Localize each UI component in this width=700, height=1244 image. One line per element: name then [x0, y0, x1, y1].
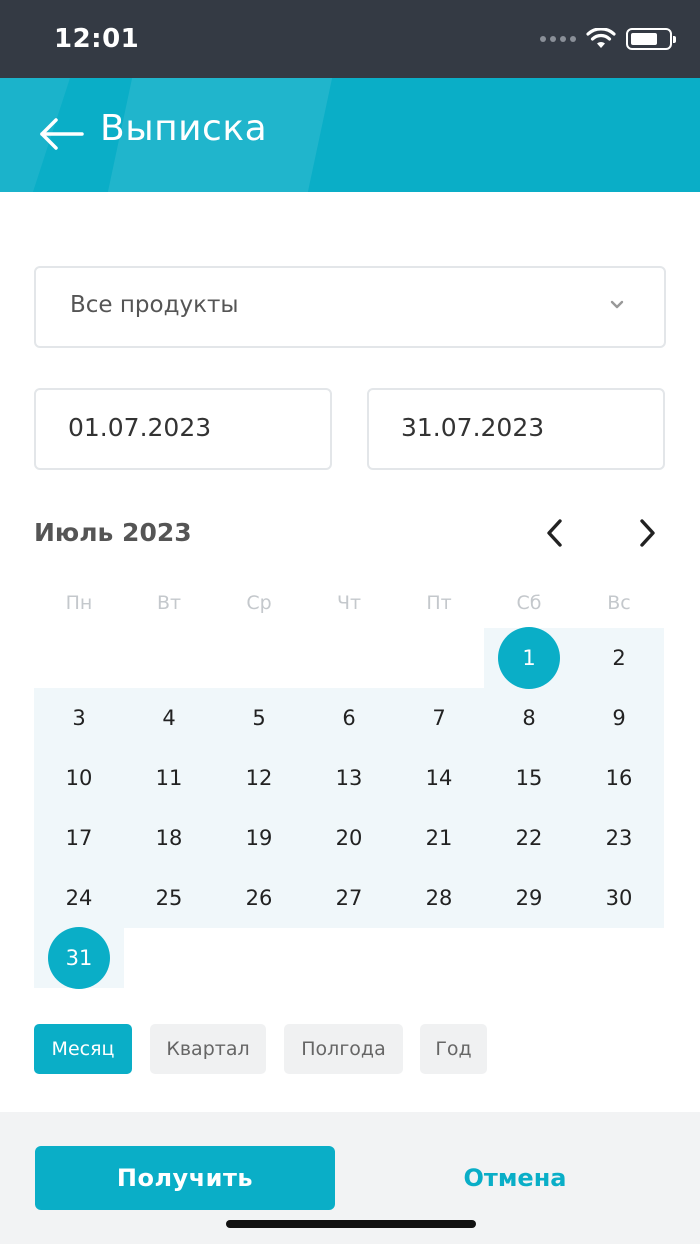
date-from-value: 01.07.2023 [68, 413, 212, 442]
calendar-day[interactable]: 27 [304, 868, 394, 928]
calendar-day-number: 16 [605, 766, 633, 790]
calendar-day-number: 11 [155, 766, 183, 790]
period-chip[interactable]: Месяц [34, 1024, 132, 1074]
calendar-day[interactable]: 5 [214, 688, 304, 748]
calendar-day[interactable]: 20 [304, 808, 394, 868]
date-to-field[interactable]: 31.07.2023 [367, 388, 665, 470]
calendar-weekdays: Пн Вт Ср Чт Пт Сб Вс [34, 592, 664, 622]
calendar-day[interactable]: 7 [394, 688, 484, 748]
calendar-day-number: 22 [515, 826, 543, 850]
back-button[interactable] [38, 114, 84, 154]
weekday-label: Ср [246, 592, 272, 614]
calendar-day[interactable]: 26 [214, 868, 304, 928]
calendar-day[interactable]: 2 [574, 628, 664, 688]
calendar-day-number: 4 [162, 706, 176, 730]
calendar-day-number: 9 [612, 706, 626, 730]
date-to-value: 31.07.2023 [401, 413, 545, 442]
product-select-value: Все продукты [70, 292, 239, 318]
calendar-day[interactable]: 16 [574, 748, 664, 808]
weekday-label: Вт [156, 592, 182, 614]
calendar-day[interactable]: 3 [34, 688, 124, 748]
calendar-day-number: 6 [342, 706, 356, 730]
calendar-day[interactable]: 1 [484, 627, 574, 689]
calendar-day[interactable]: 14 [394, 748, 484, 808]
calendar-day[interactable]: 9 [574, 688, 664, 748]
calendar-day-number: 23 [605, 826, 633, 850]
calendar-day-number: 27 [335, 886, 363, 910]
weekday-label: Пт [426, 592, 452, 614]
arrow-left-icon [40, 118, 84, 150]
period-chip[interactable]: Квартал [150, 1024, 266, 1074]
calendar-day-number: 2 [612, 646, 626, 670]
calendar-day[interactable]: 4 [124, 688, 214, 748]
calendar-day-number: 1 [522, 646, 536, 670]
calendar-day-number: 17 [65, 826, 93, 850]
calendar-day-number: 8 [522, 706, 536, 730]
prev-month-button[interactable] [540, 516, 570, 550]
calendar-day-number: 10 [65, 766, 93, 790]
calendar-day-number: 29 [515, 886, 543, 910]
calendar-day-number: 19 [245, 826, 273, 850]
weekday-label: Чт [336, 592, 362, 614]
battery-icon [626, 28, 676, 50]
calendar-day[interactable]: 6 [304, 688, 394, 748]
next-month-button[interactable] [632, 516, 662, 550]
weekday-label: Сб [516, 592, 542, 614]
wifi-icon [586, 28, 616, 48]
calendar-day[interactable]: 11 [124, 748, 214, 808]
period-chip[interactable]: Полгода [284, 1024, 403, 1074]
weekday-label: Вс [607, 592, 631, 614]
calendar-day-number: 28 [425, 886, 453, 910]
calendar-day-number: 30 [605, 886, 633, 910]
calendar-day[interactable]: 12 [214, 748, 304, 808]
calendar-month-title: Июль 2023 [34, 518, 192, 547]
calendar-day[interactable]: 24 [34, 868, 124, 928]
calendar-day-number: 15 [515, 766, 543, 790]
chevron-right-icon [640, 519, 655, 547]
product-select[interactable]: Все продукты [34, 266, 666, 348]
calendar-day[interactable]: 25 [124, 868, 214, 928]
calendar-day-number: 26 [245, 886, 273, 910]
calendar-day[interactable]: 8 [484, 688, 574, 748]
status-bar: 12:01 [0, 0, 700, 78]
calendar-day[interactable]: 30 [574, 868, 664, 928]
calendar-day[interactable]: 31 [34, 927, 124, 989]
home-indicator [226, 1220, 476, 1228]
calendar-day-number: 5 [252, 706, 266, 730]
calendar-day-number: 25 [155, 886, 183, 910]
calendar-day-number: 3 [72, 706, 86, 730]
calendar-day-number: 12 [245, 766, 273, 790]
signal-icon [540, 36, 576, 42]
submit-button[interactable]: Получить [35, 1146, 335, 1210]
status-time: 12:01 [54, 24, 140, 54]
weekday-label: Пн [65, 592, 93, 614]
calendar-day-number: 14 [425, 766, 453, 790]
calendar-day[interactable]: 10 [34, 748, 124, 808]
calendar-day-number: 13 [335, 766, 363, 790]
calendar-day[interactable]: 19 [214, 808, 304, 868]
calendar-day[interactable]: 23 [574, 808, 664, 868]
calendar-day[interactable]: 29 [484, 868, 574, 928]
calendar-day-number: 18 [155, 826, 183, 850]
period-chip[interactable]: Год [420, 1024, 487, 1074]
calendar-day[interactable]: 28 [394, 868, 484, 928]
calendar-day[interactable]: 18 [124, 808, 214, 868]
date-from-field[interactable]: 01.07.2023 [34, 388, 332, 470]
calendar-day[interactable]: 13 [304, 748, 394, 808]
app-header: Выписка [0, 78, 700, 192]
calendar-day-number: 24 [65, 886, 93, 910]
calendar-day-number: 20 [335, 826, 363, 850]
chevron-left-icon [547, 519, 562, 547]
cancel-button[interactable]: Отмена [420, 1146, 610, 1210]
calendar-day-number: 31 [65, 946, 93, 970]
calendar-day-number: 21 [425, 826, 453, 850]
chevron-down-icon [610, 300, 624, 309]
page-title: Выписка [100, 108, 268, 149]
calendar-day[interactable]: 21 [394, 808, 484, 868]
calendar-day[interactable]: 17 [34, 808, 124, 868]
calendar-day[interactable]: 15 [484, 748, 574, 808]
status-icons [540, 28, 676, 50]
calendar-day[interactable]: 22 [484, 808, 574, 868]
calendar-day-number: 7 [432, 706, 446, 730]
